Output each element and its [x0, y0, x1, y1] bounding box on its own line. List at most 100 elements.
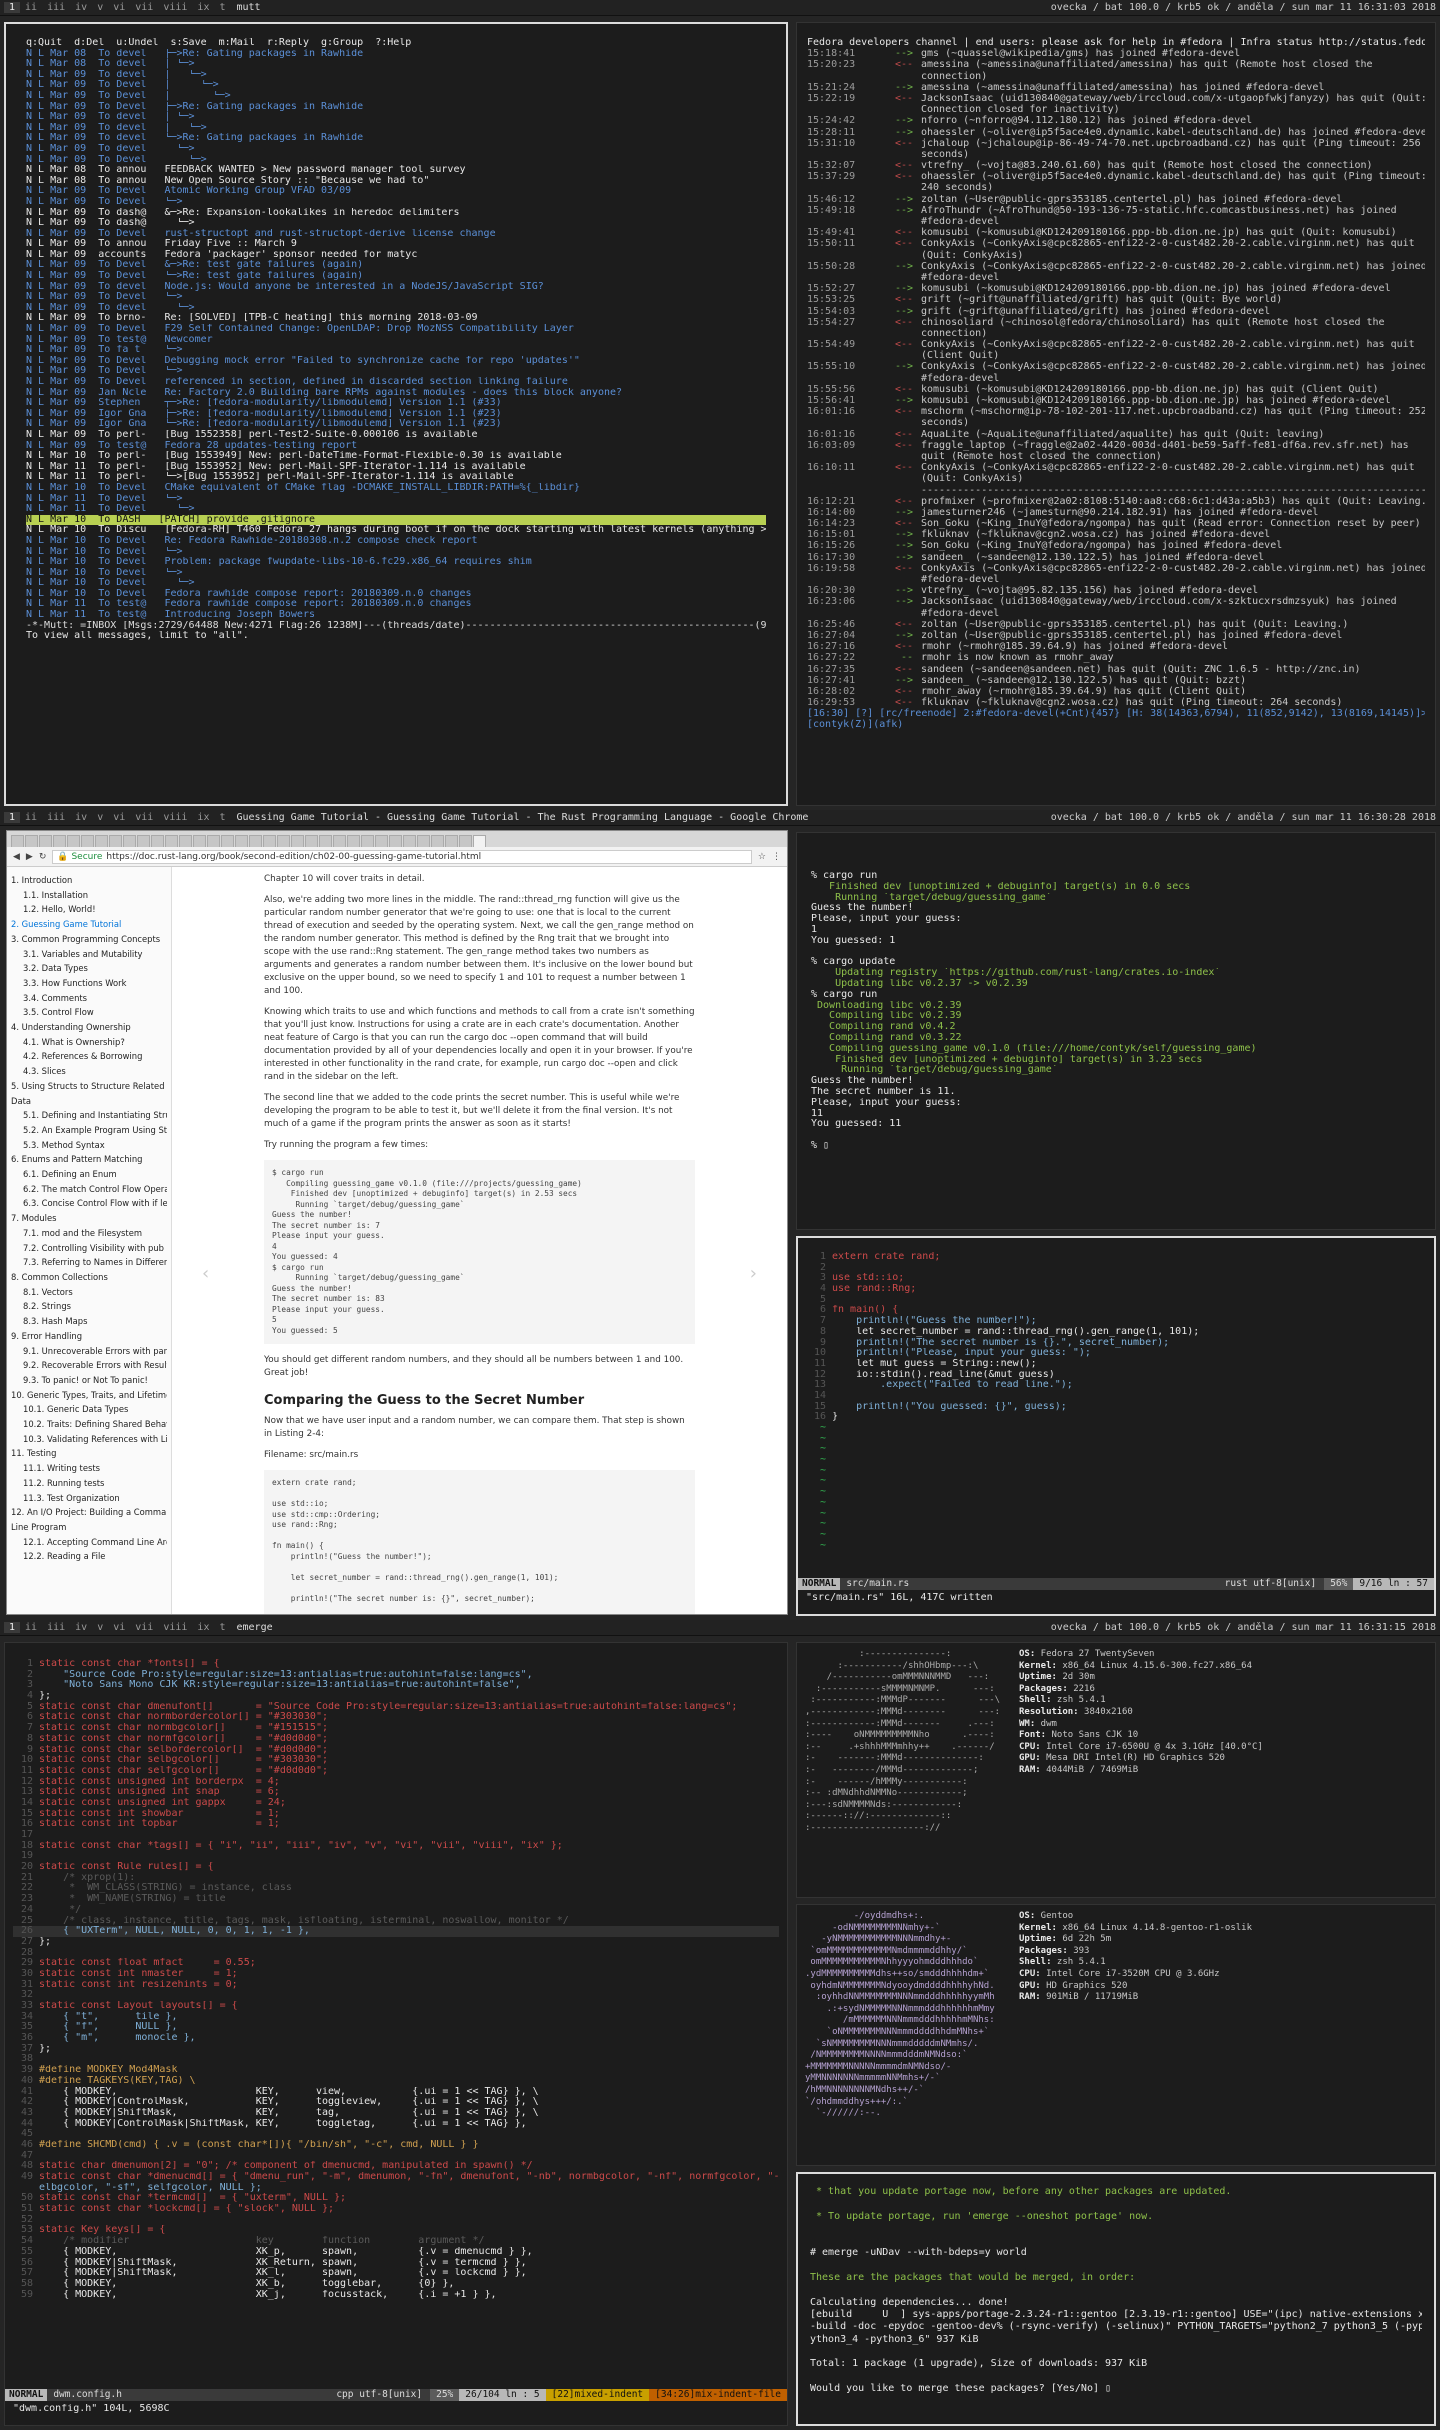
browser-tab[interactable]	[193, 835, 206, 847]
toc-item[interactable]: 10. Generic Types, Traits, and Lifetimes	[11, 1388, 167, 1403]
toc-item[interactable]: 3.4. Comments	[11, 991, 167, 1006]
chrome-window[interactable]: ◀ ▶ ↻ 🔒 Secure https://doc.rust-lang.org…	[6, 830, 788, 1615]
message-row[interactable]: N L Mar 09 To devel │ └─>	[26, 70, 766, 81]
toc-item[interactable]: 11.3. Test Organization	[11, 1491, 167, 1506]
browser-tab[interactable]	[221, 835, 234, 847]
toc-item[interactable]: 12.1. Accepting Command Line Arg...	[11, 1535, 167, 1550]
browser-tab[interactable]	[179, 835, 192, 847]
toc-item[interactable]: 4. Understanding Ownership	[11, 1020, 167, 1035]
message-row[interactable]: N L Mar 09 To perl- [Bug 1552358] perl-T…	[26, 430, 766, 441]
browser-tab[interactable]	[95, 835, 108, 847]
toc-item[interactable]: Data	[11, 1094, 167, 1109]
vim-window[interactable]: 1 extern crate rand; 2 3 use std::io; 4 use ra…	[796, 1236, 1436, 1616]
irc-window[interactable]: Fedora developers channel | end users: p…	[796, 22, 1436, 806]
browser-tab[interactable]	[207, 835, 220, 847]
toc-item[interactable]: 4.2. References & Borrowing	[11, 1049, 167, 1064]
toc-item[interactable]: 7.1. mod and the Filesystem	[11, 1226, 167, 1241]
tag-1[interactable]: 1	[4, 2, 21, 13]
irc-input[interactable]: [contyk(Z)](afk)	[807, 719, 1425, 730]
toc-item[interactable]: 8.3. Hash Maps	[11, 1314, 167, 1329]
book-toc-sidebar[interactable]: 1. Introduction 1.1. Installation 1.2. Hel…	[7, 867, 172, 1614]
toc-item[interactable]: 5.1. Defining and Instantiating Structs	[11, 1108, 167, 1123]
message-row[interactable]: N L Mar 09 To devel └─>	[26, 303, 766, 314]
message-row[interactable]: N L Mar 10 To Devel CMake equivalent of …	[26, 483, 766, 494]
tag-viii[interactable]: viii	[158, 812, 192, 823]
browser-tab[interactable]	[445, 835, 458, 847]
browser-tab[interactable]	[417, 835, 430, 847]
code-editor[interactable]: 1 static const char *fonts[] = {2 "Source…	[13, 1659, 779, 2300]
toc-item[interactable]: 9.3. To panic! or Not To panic!	[11, 1373, 167, 1388]
message-row[interactable]: N L Mar 09 To devel │ └─>	[26, 123, 766, 134]
tag-vi[interactable]: vi	[108, 1622, 130, 1633]
tag-list[interactable]: 1 ii iii iv v vi vii viii ix t	[4, 812, 231, 823]
toc-item[interactable]: 6.3. Concise Control Flow with if let	[11, 1196, 167, 1211]
toc-item[interactable]: Line Program	[11, 1520, 167, 1535]
message-row[interactable]: N L Mar 09 To test@ Fedora 28 updates-te…	[26, 441, 766, 452]
browser-tab[interactable]	[11, 835, 24, 847]
message-row[interactable]: N L Mar 10 To Discu [Fedora-RH] T460 Fed…	[26, 525, 766, 536]
message-row[interactable]: N L Mar 09 To Devel &─>Re: test gate fai…	[26, 260, 766, 271]
tag-iv[interactable]: iv	[70, 812, 92, 823]
message-row[interactable]: N L Mar 08 To annou New Open Source Stor…	[26, 176, 766, 187]
toc-item[interactable]: 12. An I/O Project: Building a Command	[11, 1505, 167, 1520]
message-row[interactable]: N L Mar 11 To test@ Introducing Joseph B…	[26, 610, 766, 621]
browser-tab[interactable]	[361, 835, 374, 847]
tag-ii[interactable]: ii	[20, 1622, 42, 1633]
previous-chapter-icon[interactable]: ‹	[202, 1265, 209, 1283]
tag-ix[interactable]: ix	[192, 812, 214, 823]
message-row[interactable]: N L Mar 11 To perl- [Bug 1553952] New: p…	[26, 462, 766, 473]
browser-tab[interactable]	[25, 835, 38, 847]
message-row[interactable]: N L Mar 09 To Devel Atomic Working Group…	[26, 186, 766, 197]
message-row[interactable]: N L Mar 09 To Devel ├─>Re: Gating packag…	[26, 102, 766, 113]
message-row[interactable]: N L Mar 11 To test@ Fedora rawhide compo…	[26, 599, 766, 610]
message-row[interactable]: N L Mar 09 To devel │ └─>	[26, 112, 766, 123]
toc-item[interactable]: 8.1. Vectors	[11, 1285, 167, 1300]
toc-item[interactable]: 8.2. Strings	[11, 1299, 167, 1314]
tag-vi[interactable]: vi	[108, 2, 130, 13]
emerge-terminal[interactable]: * that you update portage now, before an…	[796, 2172, 1436, 2426]
message-row[interactable]: N L Mar 10 To Devel Re: Fedora Rawhide-2…	[26, 536, 766, 547]
message-row[interactable]: N L Mar 11 To perl- └─>[Bug 1553952] per…	[26, 472, 766, 483]
toc-item[interactable]: 11.2. Running tests	[11, 1476, 167, 1491]
tag-v[interactable]: v	[92, 2, 108, 13]
message-row[interactable]: N L Mar 09 To dash@ &─>Re: Expansion-loo…	[26, 208, 766, 219]
tag-t[interactable]: t	[214, 812, 230, 823]
toc-item[interactable]: 2. Guessing Game Tutorial	[11, 917, 167, 932]
toc-item[interactable]: 3.3. How Functions Work	[11, 976, 167, 991]
toc-item[interactable]: 10.2. Traits: Defining Shared Behav...	[11, 1417, 167, 1432]
tag-t[interactable]: t	[214, 1622, 230, 1633]
tag-1[interactable]: 1	[4, 1622, 21, 1633]
tag-iii[interactable]: iii	[42, 812, 70, 823]
browser-tab[interactable]	[319, 835, 332, 847]
message-row[interactable]: N L Mar 09 To Devel └─>Re: test gate fai…	[26, 271, 766, 282]
tag-ix[interactable]: ix	[192, 1622, 214, 1633]
tag-ii[interactable]: ii	[20, 812, 42, 823]
toc-item[interactable]: 4.1. What is Ownership?	[11, 1035, 167, 1050]
tag-list[interactable]: 1 ii iii iv v vi vii viii ix t	[4, 1622, 231, 1633]
message-list[interactable]: N L Mar 08 To devel ├─>Re: Gating packag…	[26, 49, 766, 621]
browser-tab[interactable]	[151, 835, 164, 847]
tag-ix[interactable]: ix	[192, 2, 214, 13]
message-row[interactable]: N L Mar 09 To devel └─>	[26, 144, 766, 155]
toc-item[interactable]: 6. Enums and Pattern Matching	[11, 1152, 167, 1167]
browser-tab[interactable]	[473, 835, 486, 847]
chrome-tab-strip[interactable]	[7, 831, 787, 847]
tag-vii[interactable]: vii	[130, 2, 158, 13]
browser-tab[interactable]	[375, 835, 388, 847]
message-row[interactable]: N L Mar 10 To Devel └─>	[26, 578, 766, 589]
toc-item[interactable]: 9.1. Unrecoverable Errors with panic!	[11, 1344, 167, 1359]
toc-item[interactable]: 3.2. Data Types	[11, 961, 167, 976]
browser-tab[interactable]	[235, 835, 248, 847]
browser-tab[interactable]	[81, 835, 94, 847]
toc-item[interactable]: 3.1. Variables and Mutability	[11, 947, 167, 962]
browser-tab[interactable]	[389, 835, 402, 847]
browser-tab[interactable]	[347, 835, 360, 847]
forward-icon[interactable]: ▶	[26, 852, 33, 862]
message-row[interactable]: N L Mar 09 Igor Gna ├─>Re: [fedora-modul…	[26, 409, 766, 420]
tag-v[interactable]: v	[92, 812, 108, 823]
message-row[interactable]: N L Mar 09 To Devel Debugging mock error…	[26, 356, 766, 367]
mutt-window[interactable]: q:Quit d:Del u:Undel s:Save m:Mail r:Rep…	[4, 22, 788, 806]
browser-tab[interactable]	[431, 835, 444, 847]
message-row[interactable]: N L Mar 09 To Devel │ └─>	[26, 91, 766, 102]
browser-tab[interactable]	[403, 835, 416, 847]
